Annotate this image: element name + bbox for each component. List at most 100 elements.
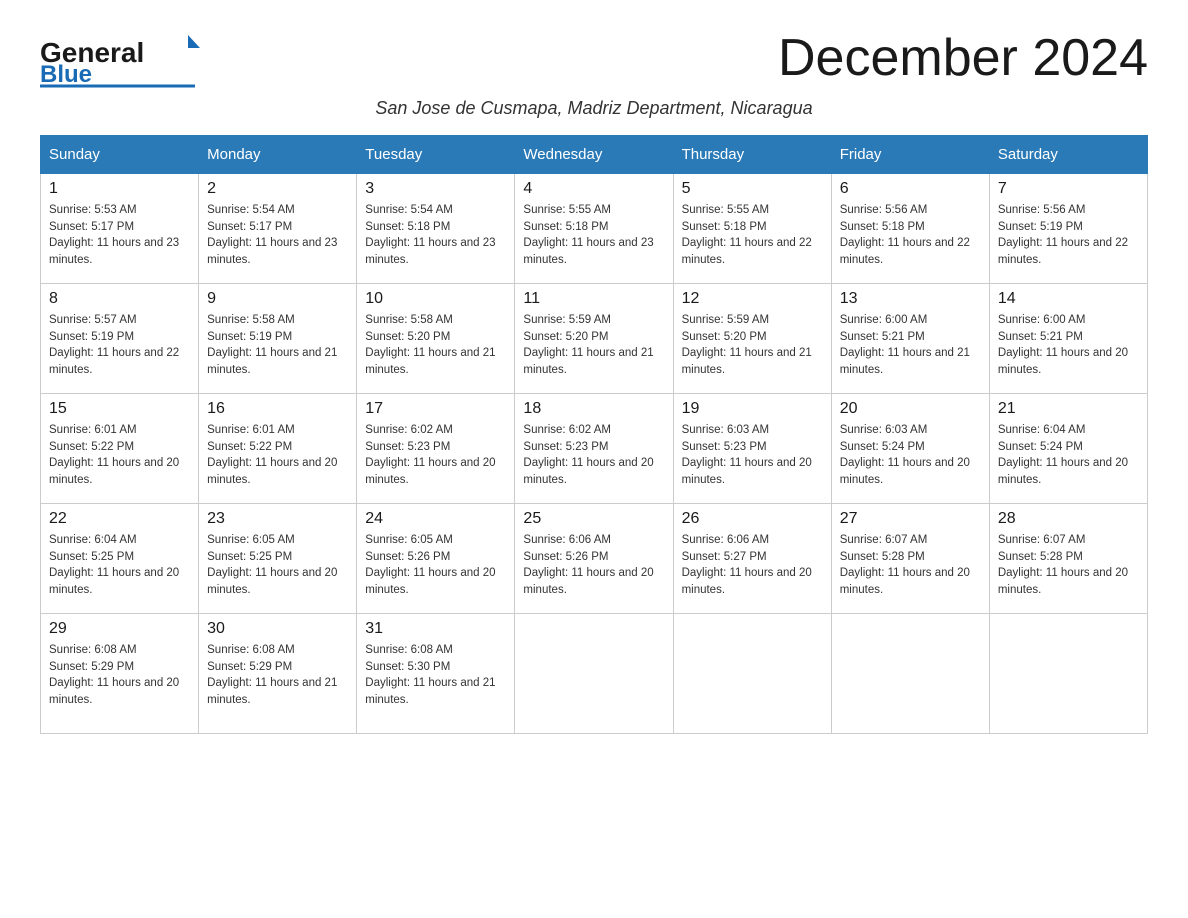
day-number: 17 <box>365 400 506 418</box>
day-number: 24 <box>365 510 506 528</box>
calendar-cell: 26 Sunrise: 6:06 AMSunset: 5:27 PMDayligh… <box>673 504 831 614</box>
calendar-cell: 30 Sunrise: 6:08 AMSunset: 5:29 PMDayligh… <box>199 614 357 734</box>
day-number: 14 <box>998 290 1139 308</box>
day-info: Sunrise: 6:01 AMSunset: 5:22 PMDaylight:… <box>207 422 348 489</box>
calendar-cell: 27 Sunrise: 6:07 AMSunset: 5:28 PMDayligh… <box>831 504 989 614</box>
day-info: Sunrise: 5:57 AMSunset: 5:19 PMDaylight:… <box>49 312 190 379</box>
day-number: 7 <box>998 180 1139 198</box>
col-saturday: Saturday <box>989 136 1147 174</box>
page-header: General Blue December 2024 <box>40 30 1148 90</box>
day-info: Sunrise: 5:55 AMSunset: 5:18 PMDaylight:… <box>682 202 823 269</box>
col-monday: Monday <box>199 136 357 174</box>
day-number: 26 <box>682 510 823 528</box>
calendar-cell: 16 Sunrise: 6:01 AMSunset: 5:22 PMDayligh… <box>199 394 357 504</box>
calendar-cell: 17Sunrise: 6:02 AMSunset: 5:23 PMDayligh… <box>357 394 515 504</box>
calendar-cell: 18 Sunrise: 6:02 AMSunset: 5:23 PMDayligh… <box>515 394 673 504</box>
calendar-cell: 7Sunrise: 5:56 AMSunset: 5:19 PMDaylight… <box>989 174 1147 284</box>
day-info: Sunrise: 5:59 AMSunset: 5:20 PMDaylight:… <box>682 312 823 379</box>
calendar-cell: 6Sunrise: 5:56 AMSunset: 5:18 PMDaylight… <box>831 174 989 284</box>
day-info: Sunrise: 6:08 AMSunset: 5:29 PMDaylight:… <box>207 642 348 709</box>
day-info: Sunrise: 5:55 AMSunset: 5:18 PMDaylight:… <box>523 202 664 269</box>
day-number: 9 <box>207 290 348 308</box>
day-number: 2 <box>207 180 348 198</box>
calendar-cell <box>831 614 989 734</box>
calendar-cell: 20 Sunrise: 6:03 AMSunset: 5:24 PMDayligh… <box>831 394 989 504</box>
calendar-cell: 13 Sunrise: 6:00 AMSunset: 5:21 PMDayligh… <box>831 284 989 394</box>
logo: General Blue <box>40 30 200 90</box>
day-number: 13 <box>840 290 981 308</box>
calendar-week-4: 22 Sunrise: 6:04 AMSunset: 5:25 PMDayligh… <box>41 504 1148 614</box>
calendar-cell <box>673 614 831 734</box>
col-friday: Friday <box>831 136 989 174</box>
day-info: Sunrise: 6:05 AMSunset: 5:25 PMDaylight:… <box>207 532 348 599</box>
calendar-cell: 9 Sunrise: 5:58 AMSunset: 5:19 PMDaylight… <box>199 284 357 394</box>
col-thursday: Thursday <box>673 136 831 174</box>
calendar-cell: 11Sunrise: 5:59 AMSunset: 5:20 PMDayligh… <box>515 284 673 394</box>
calendar-week-5: 29 Sunrise: 6:08 AMSunset: 5:29 PMDayligh… <box>41 614 1148 734</box>
calendar-cell: 10 Sunrise: 5:58 AMSunset: 5:20 PMDayligh… <box>357 284 515 394</box>
day-number: 19 <box>682 400 823 418</box>
calendar-week-3: 15 Sunrise: 6:01 AMSunset: 5:22 PMDayligh… <box>41 394 1148 504</box>
day-info: Sunrise: 5:54 AMSunset: 5:17 PMDaylight:… <box>207 202 348 269</box>
day-info: Sunrise: 5:54 AMSunset: 5:18 PMDaylight:… <box>365 202 506 269</box>
calendar-cell: 4 Sunrise: 5:55 AMSunset: 5:18 PMDaylight… <box>515 174 673 284</box>
day-info: Sunrise: 6:04 AMSunset: 5:24 PMDaylight:… <box>998 422 1139 489</box>
day-number: 30 <box>207 620 348 638</box>
day-number: 15 <box>49 400 190 418</box>
calendar-cell: 8 Sunrise: 5:57 AMSunset: 5:19 PMDaylight… <box>41 284 199 394</box>
day-info: Sunrise: 6:01 AMSunset: 5:22 PMDaylight:… <box>49 422 190 489</box>
day-number: 11 <box>523 290 664 308</box>
calendar-cell: 14 Sunrise: 6:00 AMSunset: 5:21 PMDayligh… <box>989 284 1147 394</box>
day-number: 20 <box>840 400 981 418</box>
day-info: Sunrise: 6:06 AMSunset: 5:26 PMDaylight:… <box>523 532 664 599</box>
calendar-header: Sunday Monday Tuesday Wednesday Thursday… <box>41 136 1148 174</box>
calendar-cell: 22 Sunrise: 6:04 AMSunset: 5:25 PMDayligh… <box>41 504 199 614</box>
day-info: Sunrise: 5:58 AMSunset: 5:19 PMDaylight:… <box>207 312 348 379</box>
calendar-cell <box>515 614 673 734</box>
calendar-body: 1Sunrise: 5:53 AMSunset: 5:17 PMDaylight… <box>41 174 1148 734</box>
day-number: 31 <box>365 620 506 638</box>
day-number: 16 <box>207 400 348 418</box>
calendar-cell: 2 Sunrise: 5:54 AMSunset: 5:17 PMDaylight… <box>199 174 357 284</box>
day-number: 18 <box>523 400 664 418</box>
calendar-cell: 5 Sunrise: 5:55 AMSunset: 5:18 PMDaylight… <box>673 174 831 284</box>
day-number: 6 <box>840 180 981 198</box>
day-number: 25 <box>523 510 664 528</box>
day-info: Sunrise: 6:03 AMSunset: 5:23 PMDaylight:… <box>682 422 823 489</box>
location-subtitle: San Jose de Cusmapa, Madriz Department, … <box>40 98 1148 119</box>
calendar-table: Sunday Monday Tuesday Wednesday Thursday… <box>40 135 1148 734</box>
calendar-cell: 23 Sunrise: 6:05 AMSunset: 5:25 PMDayligh… <box>199 504 357 614</box>
calendar-cell: 24Sunrise: 6:05 AMSunset: 5:26 PMDayligh… <box>357 504 515 614</box>
day-number: 21 <box>998 400 1139 418</box>
day-info: Sunrise: 6:00 AMSunset: 5:21 PMDaylight:… <box>998 312 1139 379</box>
day-number: 10 <box>365 290 506 308</box>
day-info: Sunrise: 6:07 AMSunset: 5:28 PMDaylight:… <box>998 532 1139 599</box>
day-number: 22 <box>49 510 190 528</box>
day-info: Sunrise: 5:58 AMSunset: 5:20 PMDaylight:… <box>365 312 506 379</box>
day-number: 29 <box>49 620 190 638</box>
col-sunday: Sunday <box>41 136 199 174</box>
day-number: 8 <box>49 290 190 308</box>
day-info: Sunrise: 6:07 AMSunset: 5:28 PMDaylight:… <box>840 532 981 599</box>
calendar-cell: 15 Sunrise: 6:01 AMSunset: 5:22 PMDayligh… <box>41 394 199 504</box>
day-info: Sunrise: 6:04 AMSunset: 5:25 PMDaylight:… <box>49 532 190 599</box>
calendar-cell: 21 Sunrise: 6:04 AMSunset: 5:24 PMDayligh… <box>989 394 1147 504</box>
day-info: Sunrise: 6:06 AMSunset: 5:27 PMDaylight:… <box>682 532 823 599</box>
day-number: 28 <box>998 510 1139 528</box>
col-tuesday: Tuesday <box>357 136 515 174</box>
day-info: Sunrise: 6:03 AMSunset: 5:24 PMDaylight:… <box>840 422 981 489</box>
svg-text:Blue: Blue <box>40 61 92 88</box>
logo-svg: General Blue <box>40 30 200 90</box>
day-number: 27 <box>840 510 981 528</box>
calendar-cell: 1Sunrise: 5:53 AMSunset: 5:17 PMDaylight… <box>41 174 199 284</box>
day-number: 23 <box>207 510 348 528</box>
day-info: Sunrise: 6:00 AMSunset: 5:21 PMDaylight:… <box>840 312 981 379</box>
calendar-cell: 29Sunrise: 6:08 AMSunset: 5:29 PMDayligh… <box>41 614 199 734</box>
month-title: December 2024 <box>778 30 1148 87</box>
calendar-cell: 3Sunrise: 5:54 AMSunset: 5:18 PMDaylight… <box>357 174 515 284</box>
calendar-cell: 28 Sunrise: 6:07 AMSunset: 5:28 PMDayligh… <box>989 504 1147 614</box>
day-info: Sunrise: 6:02 AMSunset: 5:23 PMDaylight:… <box>523 422 664 489</box>
day-number: 4 <box>523 180 664 198</box>
calendar-cell: 19 Sunrise: 6:03 AMSunset: 5:23 PMDayligh… <box>673 394 831 504</box>
day-number: 5 <box>682 180 823 198</box>
